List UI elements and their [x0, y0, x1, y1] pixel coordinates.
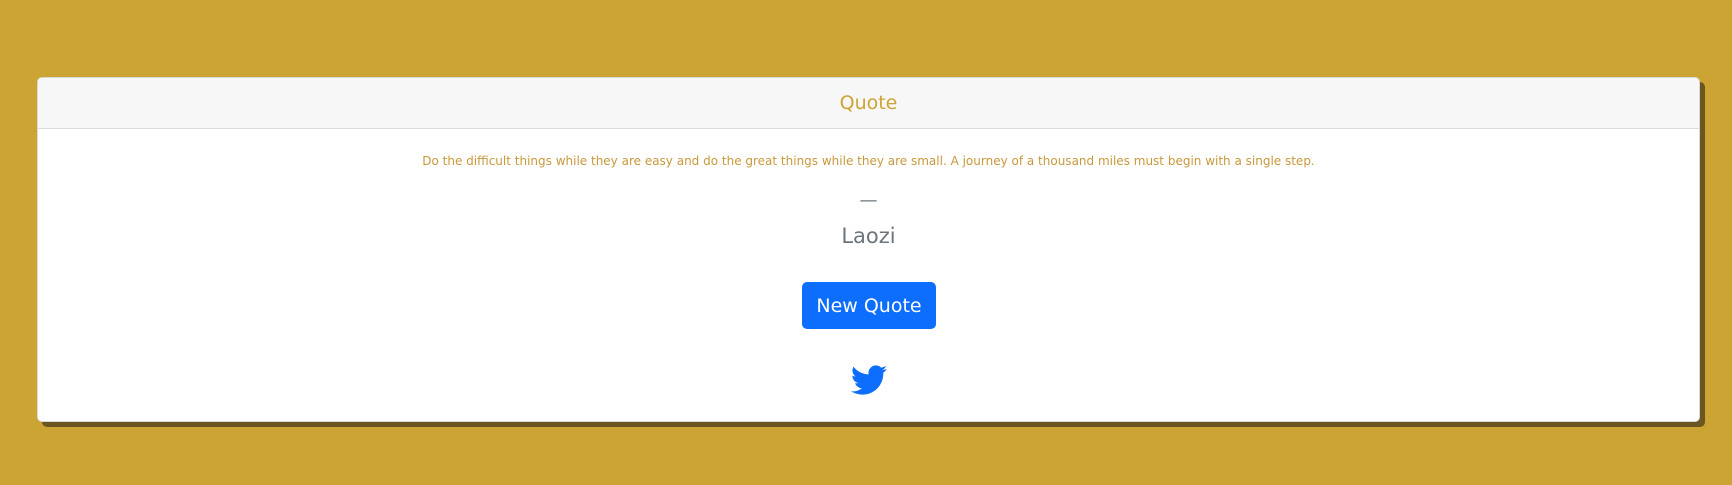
twitter-icon: [851, 365, 887, 395]
quote-author: Laozi: [841, 224, 896, 248]
tweet-quote-link[interactable]: [848, 362, 890, 398]
new-quote-button[interactable]: New Quote: [802, 282, 936, 329]
quote-text: Do the difficult things while they are e…: [422, 154, 1315, 168]
quote-dash: —: [859, 190, 878, 211]
card-header: Quote: [38, 78, 1699, 129]
quote-card: Quote Do the difficult things while they…: [37, 77, 1700, 422]
card-header-title: Quote: [839, 92, 898, 114]
